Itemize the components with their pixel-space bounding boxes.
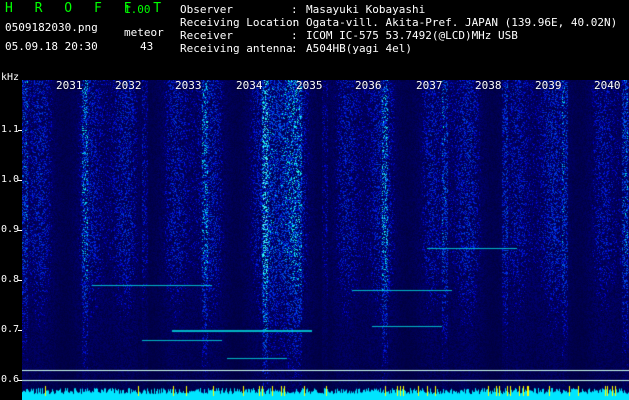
meteor-label: meteor xyxy=(124,26,164,39)
info-key: Receiver xyxy=(180,29,233,42)
time-label: 2038 xyxy=(475,79,502,92)
app-version: 1.00 xyxy=(124,3,151,16)
freq-label: 0.7 xyxy=(1,324,20,335)
frequency-unit: kHz xyxy=(1,72,20,83)
info-key: Receiving antenna xyxy=(180,42,293,55)
freq-label: 0.9 xyxy=(1,224,20,235)
info-key: Observer xyxy=(180,3,233,16)
freq-label: 1.0 xyxy=(1,174,20,185)
time-label: 2032 xyxy=(115,79,142,92)
freq-label: 0.6 xyxy=(1,374,20,385)
time-label: 2037 xyxy=(416,79,443,92)
info-key: Receiving Location xyxy=(180,16,300,29)
time-label: 2039 xyxy=(535,79,562,92)
header-panel: H R O F F T 1.00 0509182030.png meteor 4… xyxy=(0,0,629,80)
date-time: 05.09.18 20:30 xyxy=(5,40,98,53)
meteor-count: 43 xyxy=(140,40,154,53)
time-label: 2033 xyxy=(175,79,202,92)
info-value: Masayuki Kobayashi xyxy=(306,3,426,16)
freq-label: 0.8 xyxy=(1,274,20,285)
spectrogram xyxy=(22,80,629,400)
file-name: 0509182030.png xyxy=(5,21,98,34)
freq-label: 1.1 xyxy=(1,124,20,135)
info-value: Ogata-vill. Akita-Pref. JAPAN (139.96E, … xyxy=(306,16,618,29)
frequency-axis: kHz 1.1 1.0 0.9 0.8 0.7 0.6 xyxy=(0,72,22,400)
info-value: A504HB(yagi 4el) xyxy=(306,42,412,55)
time-label: 2034 xyxy=(236,79,263,92)
time-label: 2035 xyxy=(296,79,323,92)
time-label: 2031 xyxy=(56,79,83,92)
time-label: 2040 xyxy=(594,79,621,92)
info-value: ICOM IC-575 53.7492(@LCD)MHz USB xyxy=(306,29,518,42)
time-label: 2036 xyxy=(355,79,382,92)
